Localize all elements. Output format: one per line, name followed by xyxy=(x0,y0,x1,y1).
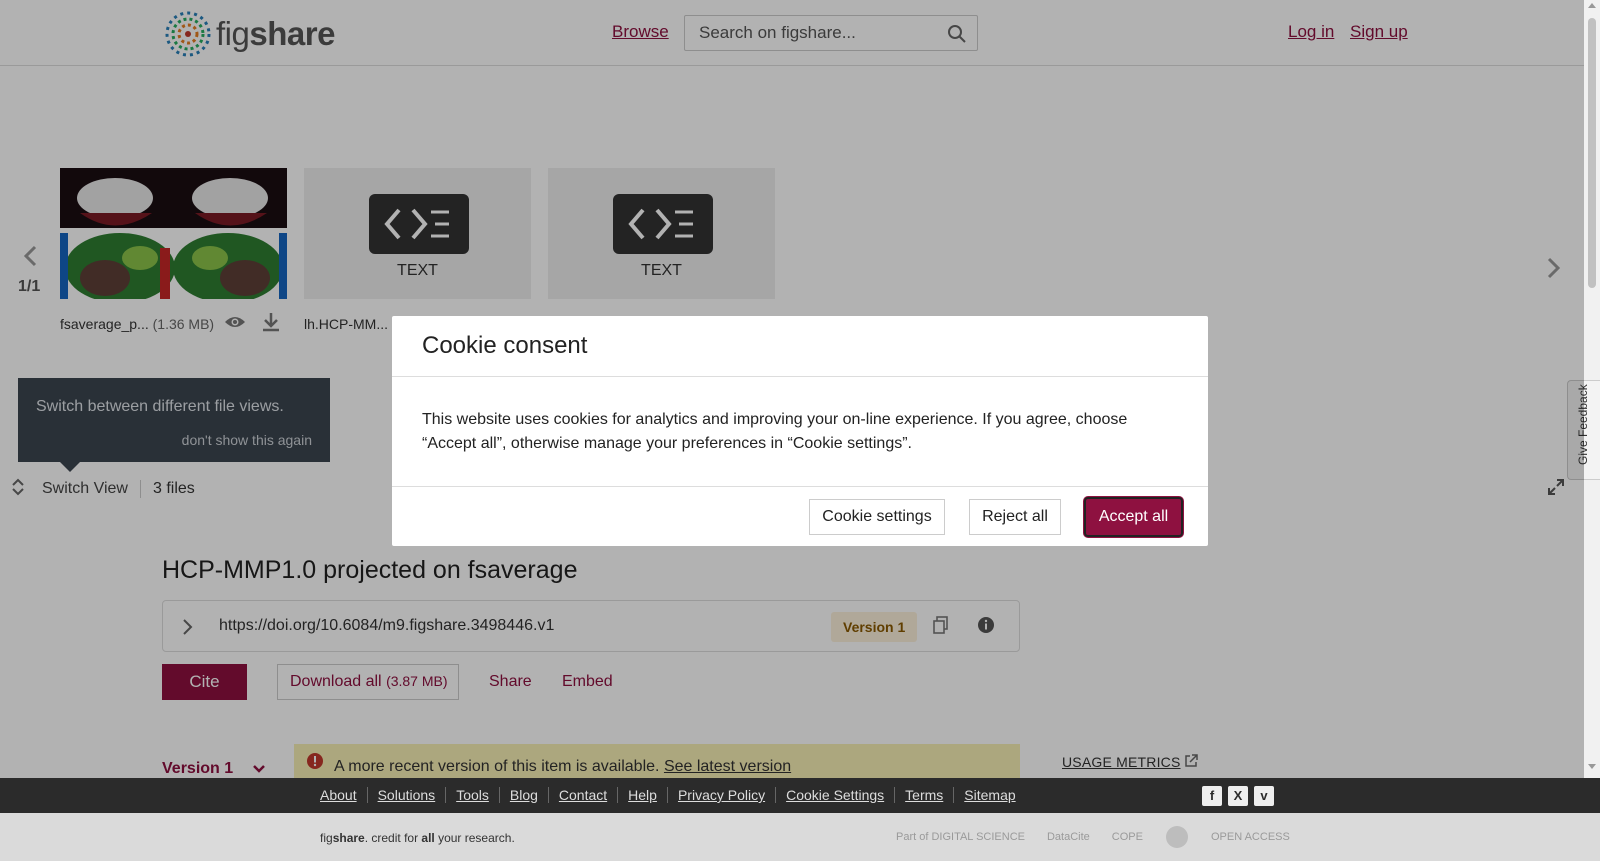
footer-link-help[interactable]: Help xyxy=(617,787,667,803)
footer-link-sitemap[interactable]: Sitemap xyxy=(953,787,1025,803)
footer-link-blog[interactable]: Blog xyxy=(498,787,548,803)
footer-link-cookie-settings[interactable]: Cookie Settings xyxy=(775,787,894,803)
partner-logos: Part of DIGITAL SCIENCE DataCite COPE OP… xyxy=(896,825,1290,849)
dialog-body: This website uses cookies for analytics … xyxy=(422,411,1128,452)
cookie-consent-dialog: Cookie consent This website uses cookies… xyxy=(392,316,1208,546)
divider xyxy=(392,486,1208,487)
scrollbar-thumb[interactable] xyxy=(1588,18,1596,288)
scroll-down-arrow-icon[interactable] xyxy=(1588,764,1596,769)
globe-logo-icon[interactable] xyxy=(1165,825,1189,849)
footer-nav: About Solutions Tools Blog Contact Help … xyxy=(0,778,1600,813)
vimeo-icon[interactable]: v xyxy=(1254,786,1274,806)
footer-links: About Solutions Tools Blog Contact Help … xyxy=(320,787,1026,803)
open-access-logo[interactable]: OPEN ACCESS xyxy=(1211,831,1290,843)
divider xyxy=(392,376,1208,377)
digital-science-logo[interactable]: Part of DIGITAL SCIENCE xyxy=(896,831,1025,843)
dialog-title: Cookie consent xyxy=(422,332,588,359)
cookie-settings-button[interactable]: Cookie settings xyxy=(809,499,945,535)
datacite-logo[interactable]: DataCite xyxy=(1047,831,1090,843)
cope-logo[interactable]: COPE xyxy=(1112,831,1143,843)
footer-link-contact[interactable]: Contact xyxy=(547,787,617,803)
scroll-up-arrow-icon[interactable] xyxy=(1588,3,1596,8)
footer-link-tools[interactable]: Tools xyxy=(445,787,499,803)
footer-bottom: figshare. credit for all your research. … xyxy=(0,813,1600,861)
footer-tagline: figshare. credit for all your research. xyxy=(320,831,515,845)
footer-link-solutions[interactable]: Solutions xyxy=(366,787,446,803)
reject-all-button[interactable]: Reject all xyxy=(969,499,1061,535)
social-links: f X v xyxy=(1202,786,1274,806)
facebook-icon[interactable]: f xyxy=(1202,786,1222,806)
footer-link-terms[interactable]: Terms xyxy=(894,787,953,803)
accept-all-button[interactable]: Accept all xyxy=(1084,497,1183,537)
footer-link-about[interactable]: About xyxy=(320,787,367,803)
x-icon[interactable]: X xyxy=(1228,786,1248,806)
footer-link-privacy-policy[interactable]: Privacy Policy xyxy=(666,787,775,803)
